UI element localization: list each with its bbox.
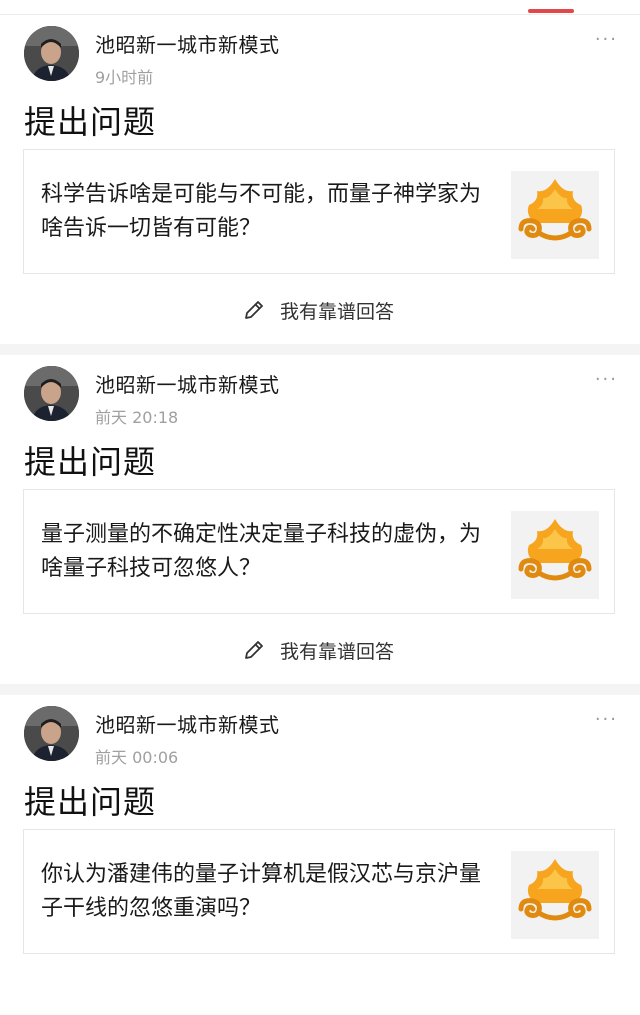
post-title: 提出问题	[24, 443, 157, 481]
pencil-icon	[242, 638, 266, 662]
avatar[interactable]	[24, 26, 79, 81]
question-card[interactable]: 量子测量的不确定性决定量子科技的虚伪，为啥量子科技可忽悠人？	[23, 489, 615, 614]
post-title: 提出问题	[24, 103, 157, 141]
post-feed: 池昭新一城市新模式 9小时前 ··· 提出问题 科学告诉啥是可能与不可能，而量子…	[0, 15, 640, 1015]
avatar[interactable]	[24, 706, 79, 761]
feed-post: 池昭新一城市新模式 9小时前 ··· 提出问题 科学告诉啥是可能与不可能，而量子…	[0, 15, 640, 344]
more-options-icon[interactable]: ···	[595, 709, 618, 730]
question-thumbnail	[511, 511, 599, 599]
question-card[interactable]: 你认为潘建伟的量子计算机是假汉芯与京沪量子干线的忽悠重演吗？	[23, 829, 615, 954]
write-answer-button[interactable]: 我有靠谱回答	[242, 295, 394, 325]
write-answer-label: 我有靠谱回答	[280, 300, 395, 323]
avatar-photo	[24, 366, 79, 421]
fire-cloud-logo-icon	[511, 171, 599, 259]
post-time: 前天 00:06	[95, 748, 179, 767]
feed-post: 池昭新一城市新模式 前天 00:06 ··· 提出问题 你认为潘建伟的量子计算机…	[0, 695, 640, 1015]
avatar-photo	[24, 26, 79, 81]
pencil-icon	[242, 298, 266, 322]
question-text: 你认为潘建伟的量子计算机是假汉芯与京沪量子干线的忽悠重演吗？	[41, 862, 482, 921]
active-tab-indicator	[528, 9, 574, 13]
write-answer-button[interactable]: 我有靠谱回答	[242, 635, 394, 665]
question-text: 量子测量的不确定性决定量子科技的虚伪，为啥量子科技可忽悠人？	[41, 522, 482, 581]
post-time: 前天 20:18	[95, 408, 179, 427]
question-card[interactable]: 科学告诉啥是可能与不可能，而量子神学家为啥告诉一切皆有可能？	[23, 149, 615, 274]
question-thumbnail	[511, 851, 599, 939]
author-name[interactable]: 池昭新一城市新模式	[95, 709, 280, 738]
post-title: 提出问题	[24, 783, 157, 821]
fire-cloud-logo-icon	[511, 851, 599, 939]
avatar[interactable]	[24, 366, 79, 421]
question-text: 科学告诉啥是可能与不可能，而量子神学家为啥告诉一切皆有可能？	[41, 182, 482, 241]
feed-post: 池昭新一城市新模式 前天 20:18 ··· 提出问题 量子测量的不确定性决定量…	[0, 355, 640, 684]
post-time: 9小时前	[95, 68, 154, 87]
author-name[interactable]: 池昭新一城市新模式	[95, 369, 280, 398]
more-options-icon[interactable]: ···	[595, 29, 618, 50]
question-thumbnail	[511, 171, 599, 259]
more-options-icon[interactable]: ···	[595, 369, 618, 390]
avatar-photo	[24, 706, 79, 761]
write-answer-label: 我有靠谱回答	[280, 640, 395, 663]
fire-cloud-logo-icon	[511, 511, 599, 599]
author-name[interactable]: 池昭新一城市新模式	[95, 29, 280, 58]
